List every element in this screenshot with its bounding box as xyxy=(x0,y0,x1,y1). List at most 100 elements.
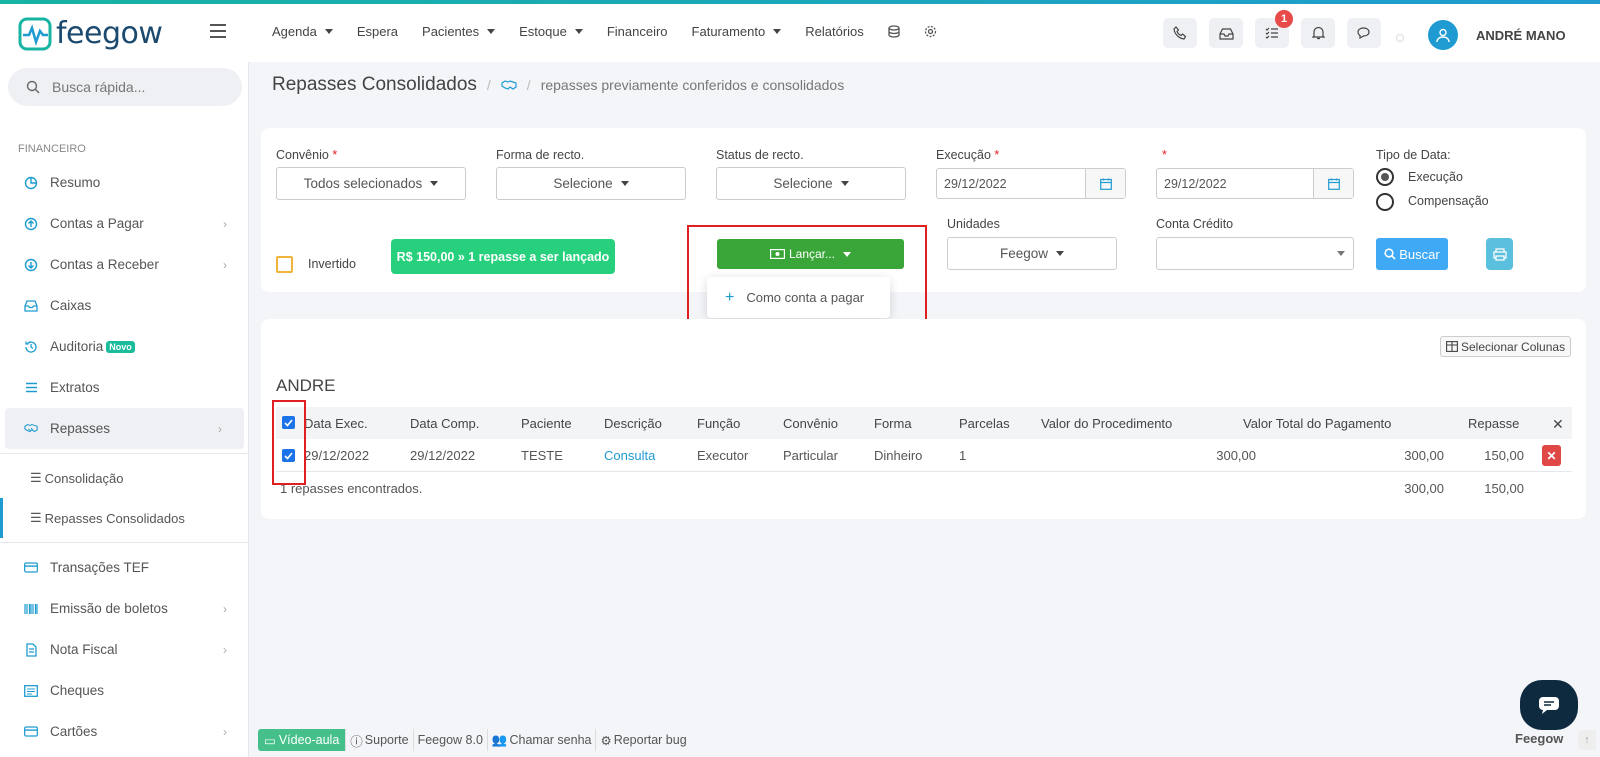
top-navigation: Agenda Espera Pacientes Estoque Financei… xyxy=(272,24,961,39)
history-icon xyxy=(24,340,38,354)
sidebar-item-label: Caixas xyxy=(50,298,92,313)
sidebar-item-contas-pagar[interactable]: Contas a Pagar › xyxy=(0,203,249,244)
cell-data-exec: 29/12/2022 xyxy=(304,448,370,463)
date-to-required-mark: * xyxy=(1162,148,1167,162)
col-paciente[interactable]: Paciente xyxy=(521,416,572,431)
reportar-bug-link[interactable]: ⚙ Reportar bug xyxy=(596,729,690,751)
sidebar-item-label: Extratos xyxy=(50,380,100,395)
user-name[interactable]: ANDRÉ MANO xyxy=(1476,28,1566,43)
bb-label: Vídeo-aula xyxy=(278,733,340,747)
footer-brand: Feegow xyxy=(1515,731,1564,746)
sidebar-subitem-consolidacao[interactable]: ☰ Consolidação xyxy=(0,458,249,498)
sidebar-item-label: Cheques xyxy=(50,683,105,698)
table-row[interactable]: 29/12/2022 29/12/2022 TESTE Consulta Exe… xyxy=(276,439,1572,472)
date-to-field[interactable]: 29/12/2022 xyxy=(1156,168,1354,199)
chevron-right-icon: › xyxy=(223,257,227,272)
cell-descricao-link[interactable]: Consulta xyxy=(604,448,655,463)
tasks-icon[interactable]: 1 xyxy=(1255,10,1293,48)
database-icon[interactable] xyxy=(888,24,900,39)
nav-estoque[interactable]: Estoque xyxy=(519,24,583,39)
col-valor-procedimento[interactable]: Valor do Procedimento xyxy=(1041,416,1172,431)
forma-select[interactable]: Selecione xyxy=(496,167,686,200)
select-value: Selecione xyxy=(553,176,613,191)
convenio-label: Convênio * xyxy=(276,148,337,162)
nav-espera[interactable]: Espera xyxy=(357,24,398,39)
app-logo[interactable]: feegow xyxy=(18,16,163,51)
group-title: ANDRE xyxy=(276,376,336,395)
help-icon: ⓘ xyxy=(350,734,363,749)
sidebar-section-label: FINANCEIRO xyxy=(18,143,86,155)
video-aula-link[interactable]: ▭ Vídeo-aula xyxy=(258,729,347,751)
sidebar-item-repasses[interactable]: Repasses › xyxy=(5,408,244,449)
sidebar-item-nota-fiscal[interactable]: Nota Fiscal › xyxy=(0,629,249,670)
date-from-field[interactable]: 29/12/2022 xyxy=(936,168,1126,199)
top-bar: feegow Agenda Espera Pacientes Estoque F… xyxy=(0,4,1600,62)
sidebar-item-cheques[interactable]: Cheques xyxy=(0,670,249,711)
sidebar-item-contas-receber[interactable]: Contas a Receber › xyxy=(0,244,249,285)
calendar-icon[interactable] xyxy=(1313,169,1353,198)
sidebar-item-resumo[interactable]: Resumo xyxy=(0,162,249,203)
sidebar-item-label: Cartões xyxy=(50,724,98,739)
nav-pacientes[interactable]: Pacientes xyxy=(422,24,496,39)
conta-credito-select[interactable] xyxy=(1156,237,1354,270)
chat-icon[interactable] xyxy=(1347,18,1381,48)
nav-financeiro[interactable]: Financeiro xyxy=(607,24,668,39)
nav-relatorios[interactable]: Relatórios xyxy=(805,24,864,39)
sidebar-subitem-repasses-consolidados[interactable]: ☰ Repasses Consolidados xyxy=(0,498,249,538)
radio-execucao[interactable] xyxy=(1376,168,1394,186)
inbox-icon[interactable] xyxy=(1209,18,1243,48)
chat-widget-button[interactable] xyxy=(1520,680,1578,730)
chamar-senha-link[interactable]: 👥 Chamar senha xyxy=(488,729,597,751)
unidades-select[interactable]: Feegow xyxy=(947,237,1117,270)
sidebar-item-extratos[interactable]: Extratos xyxy=(0,367,249,408)
required-mark: * xyxy=(994,148,1000,162)
sidebar-item-label: Resumo xyxy=(50,175,101,190)
col-data-exec[interactable]: Data Exec. xyxy=(304,416,368,431)
col-funcao[interactable]: Função xyxy=(697,416,740,431)
nav-faturamento[interactable]: Faturamento xyxy=(692,24,782,39)
phone-icon[interactable] xyxy=(1163,18,1197,48)
sidebar-item-transacoes-tef[interactable]: Transações TEF xyxy=(0,547,249,588)
menu-toggle-icon[interactable] xyxy=(210,24,226,38)
caret-down-icon xyxy=(487,29,496,34)
col-descricao[interactable]: Descrição xyxy=(604,416,662,431)
quick-search[interactable]: Busca rápida... xyxy=(8,68,242,106)
bell-icon[interactable] xyxy=(1301,18,1335,48)
card-icon xyxy=(24,725,38,739)
nav-agenda[interactable]: Agenda xyxy=(272,24,333,39)
sidebar-item-auditoria[interactable]: Auditoria Novo xyxy=(0,326,249,367)
gear-icon[interactable] xyxy=(924,24,937,39)
caret-down-icon xyxy=(324,29,333,34)
close-icon[interactable]: ✕ xyxy=(1552,416,1564,433)
col-valor-total[interactable]: Valor Total do Pagamento xyxy=(1243,416,1391,431)
sidebar-item-label: Nota Fiscal xyxy=(50,642,118,657)
col-convenio[interactable]: Convênio xyxy=(783,416,838,431)
buscar-button[interactable]: Buscar xyxy=(1376,238,1448,270)
avatar[interactable] xyxy=(1428,20,1458,50)
status-select[interactable]: Selecione xyxy=(716,167,906,200)
sidebar-item-cartoes[interactable]: Cartões › xyxy=(0,711,249,752)
select-columns-button[interactable]: Selecionar Colunas xyxy=(1440,336,1572,357)
bug-icon: ⚙ xyxy=(600,733,612,748)
nav-label: Pacientes xyxy=(422,24,480,39)
breadcrumb: Repasses Consolidados / / repasses previ… xyxy=(272,74,844,96)
scroll-top-button[interactable]: ↑ xyxy=(1578,730,1596,750)
handshake-icon xyxy=(24,422,38,436)
print-button[interactable] xyxy=(1486,238,1513,270)
convenio-select[interactable]: Todos selecionados xyxy=(276,167,466,200)
sidebar-item-caixas[interactable]: Caixas xyxy=(0,285,249,326)
sidebar-item-boletos[interactable]: Emissão de boletos › xyxy=(0,588,249,629)
tipo-data-label: Tipo de Data: xyxy=(1376,148,1451,162)
col-repasse[interactable]: Repasse xyxy=(1468,416,1519,431)
suporte-link[interactable]: ⓘ Suporte xyxy=(346,729,414,751)
divider xyxy=(0,542,249,543)
col-forma[interactable]: Forma xyxy=(874,416,912,431)
col-parcelas[interactable]: Parcelas xyxy=(959,416,1010,431)
radio-compensacao[interactable] xyxy=(1376,193,1394,211)
col-data-comp[interactable]: Data Comp. xyxy=(410,416,479,431)
chat-icon xyxy=(1539,697,1559,714)
bottom-bar: ▭ Vídeo-aula ⓘ Suporte Feegow 8.0 👥 Chamar … xyxy=(258,729,691,751)
invertido-checkbox[interactable] xyxy=(276,256,293,273)
calendar-icon[interactable] xyxy=(1085,169,1125,198)
delete-row-button[interactable]: ✕ xyxy=(1542,445,1561,466)
